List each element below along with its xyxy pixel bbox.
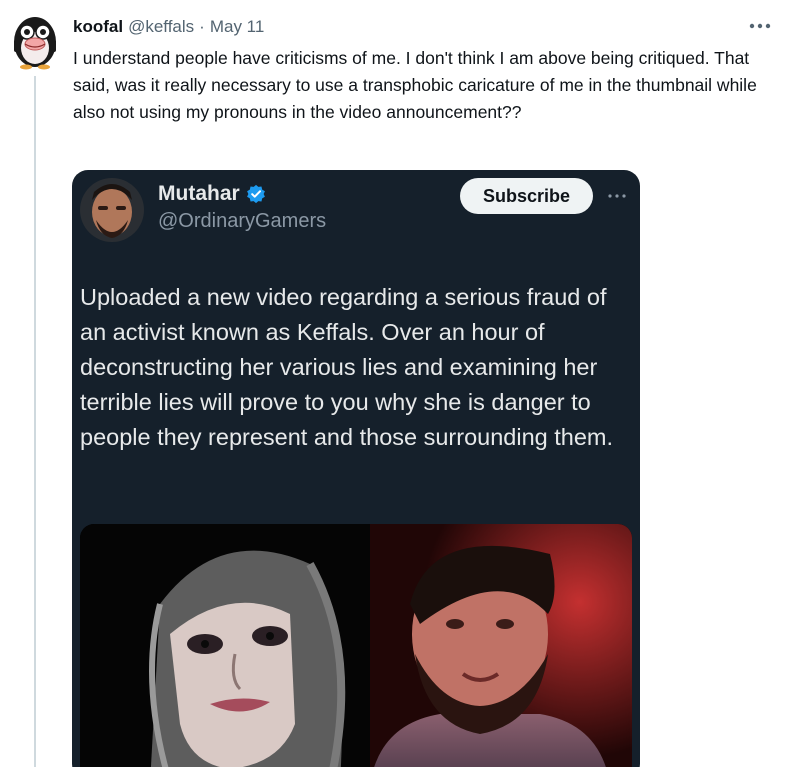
author-handle[interactable]: @keffals bbox=[128, 17, 194, 37]
embedded-tweet-text: Uploaded a new video regarding a serious… bbox=[80, 284, 614, 450]
more-horizontal-icon bbox=[608, 194, 626, 198]
verified-badge-icon bbox=[246, 184, 265, 204]
more-horizontal-icon bbox=[749, 23, 771, 29]
separator-dot: · bbox=[199, 17, 205, 36]
tweet-text: I understand people have criticisms of m… bbox=[73, 48, 757, 122]
author-avatar[interactable] bbox=[8, 12, 62, 70]
caricature-figure bbox=[149, 550, 346, 767]
video-thumbnail[interactable] bbox=[80, 524, 632, 767]
subscribe-button[interactable]: Subscribe bbox=[460, 178, 593, 214]
thumbnail-image bbox=[80, 524, 632, 767]
embedded-name-row: Mutahar bbox=[158, 182, 266, 206]
penguin-avatar-icon bbox=[14, 17, 56, 70]
embedded-tweet-card[interactable]: Mutahar @OrdinaryGamers Subscribe Upload… bbox=[72, 170, 640, 767]
tweet-date[interactable]: May 11 bbox=[210, 17, 265, 37]
author-name[interactable]: koofal bbox=[73, 17, 123, 37]
embedded-author-avatar[interactable] bbox=[80, 178, 144, 242]
embedded-more-options-icon[interactable] bbox=[602, 184, 632, 208]
tweet-header: koofal @keffals · May 11 bbox=[73, 16, 264, 38]
embedded-author-name[interactable]: Mutahar bbox=[158, 182, 240, 206]
embedded-author-handle[interactable]: @OrdinaryGamers bbox=[158, 210, 326, 233]
profile-photo-icon bbox=[80, 178, 144, 242]
thread-line bbox=[34, 76, 36, 767]
more-options-icon[interactable] bbox=[744, 14, 776, 38]
